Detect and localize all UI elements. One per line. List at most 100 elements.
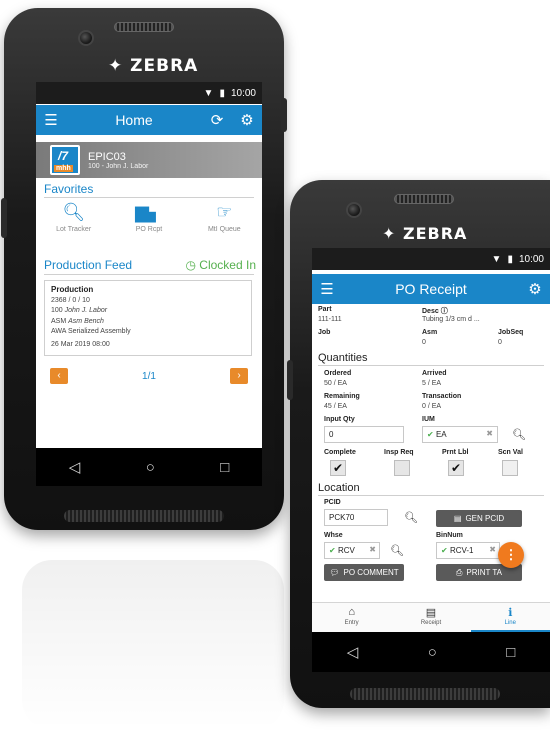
asm-value: Asm Bench [68,317,104,325]
status-time: 10:00 [518,253,544,265]
fav-mtl-queue[interactable]: ☞ MtI Queue [192,202,256,233]
check-icon: ✔ [441,546,448,555]
status-bar: ▼ ▮ 10:00 [36,82,262,104]
side-button[interactable] [287,360,293,400]
page-title: PO Receipt [395,281,467,297]
search-icon[interactable]: 🔍︎ [404,511,418,524]
feed-card[interactable]: Production 2368 / 0 / 10 100 John J. Lab… [44,280,252,356]
fav-lot-tracker[interactable]: 🔍︎ Lot Tracker [42,202,106,233]
part-value: 111-111 [318,316,342,323]
barcode-icon: ▤ [453,514,462,523]
home-circle-icon[interactable]: ○ [428,644,437,661]
ordered-value: 50 / EA [324,380,347,387]
prnt-lbl-checkbox[interactable]: ✔ [448,460,464,476]
more-actions-fab[interactable]: ⋮ [498,542,524,568]
bottom-speaker [350,688,500,700]
po-app-bar: ☰ PO Receipt ⚙ [312,274,550,304]
feed-card-asm: ASM Asm Bench [51,317,245,328]
clocked-status[interactable]: ◷ Clocked In [185,258,256,272]
front-camera [346,202,362,218]
menu-icon[interactable]: ☰ [312,280,342,298]
home-screen: ▼ ▮ 10:00 ☰ Home ⟳ ⚙ /7 mhh EPIC03 100 -… [36,82,262,486]
desc-label-text: Desc [422,308,439,315]
front-camera [78,30,94,46]
tab-label: Entry [344,620,359,626]
chevron-right-icon: › [237,370,241,381]
battery-icon: ▮ [507,253,513,265]
po-comment-button[interactable]: 💬︎ PO COMMENT [324,564,404,581]
menu-icon[interactable]: ☰ [36,111,66,129]
binnum-select[interactable]: ✔ RCV-1 ✖ [436,542,500,559]
truck-icon: ▆▖ [135,202,163,222]
android-nav-bar: ◁ ○ □ [312,632,550,672]
brand-text: ZEBRA [130,56,199,76]
hand-point-icon: ☞ [216,202,233,222]
clock-icon: ◷ [185,258,196,272]
whse-select[interactable]: ✔ RCV ✖ [324,542,380,559]
check-icon: ✔ [329,546,336,555]
page-indicator: 1/1 [142,370,156,382]
ium-select[interactable]: ✔ EA ✖ [422,426,498,443]
transaction-label: Transaction [422,393,462,400]
zebra-head-icon: ✦ [108,56,124,76]
tab-line[interactable]: ℹ Line [470,603,550,632]
recents-icon[interactable]: □ [506,644,515,661]
logo-mhh-icon: mhh [54,165,73,172]
search-icon: 🔍︎ [62,202,86,222]
bottom-tabs: ⌂ Entry ▤ Receipt ℹ Line [312,602,550,632]
clear-icon[interactable]: ✖ [489,545,496,554]
pcid-field[interactable]: PCK70 [324,509,388,526]
binnum-value: RCV-1 [449,546,474,555]
po-receipt-screen: ▼ ▮ 10:00 ☰ PO Receipt ⚙ Part 111-111 De… [312,248,550,672]
back-icon[interactable]: ◁ [347,643,359,661]
battery-icon: ▮ [219,87,225,99]
quantities-title: Quantities [318,352,544,366]
check-icon: ✔ [450,461,462,475]
employee-name: John J. Labor [64,307,108,314]
feed-card-employee: 100 John J. Labor [51,306,245,317]
pager: ‹ 1/1 › [36,368,262,384]
jobseq-value: 0 [498,339,502,346]
remaining-value: 45 / EA [324,403,347,410]
earpiece-speaker [114,22,174,32]
check-icon: ✔ [427,430,434,439]
recents-icon[interactable]: □ [220,459,229,476]
whse-value: RCV [337,546,355,555]
fav-po-rcpt[interactable]: ▆▖ PO Rcpt [117,202,181,233]
tab-entry[interactable]: ⌂ Entry [312,603,391,632]
binnum-label: BinNum [436,532,463,539]
company-name: EPIC03 [88,150,126,163]
prev-page-button[interactable]: ‹ [50,368,68,384]
complete-checkbox[interactable]: ✔ [330,460,346,476]
ium-label: IUM [422,416,435,423]
side-button[interactable] [1,198,7,238]
gear-icon[interactable]: ⚙ [232,111,262,129]
location-title: Location [318,482,544,496]
tab-receipt[interactable]: ▤ Receipt [391,603,470,632]
clear-icon[interactable]: ✖ [369,545,376,554]
scn-val-checkbox[interactable] [502,460,518,476]
search-icon[interactable]: 🔍︎ [390,544,404,557]
search-icon[interactable]: 🔍︎ [512,428,526,441]
comment-icon: 💬︎ [329,568,340,577]
back-icon[interactable]: ◁ [69,458,81,476]
info-icon: ℹ [508,607,513,619]
check-icon: ✔ [332,461,344,475]
info-circle-icon[interactable]: ⓘ [441,308,448,315]
pcid-label: PCID [324,499,341,506]
input-qty-field[interactable]: 0 [324,426,404,443]
side-button-right[interactable] [281,98,287,132]
arrived-value: 5 / EA [422,380,442,387]
next-page-button[interactable]: › [230,368,248,384]
user-banner[interactable]: /7 mhh EPIC03 100 - John J. Labor [36,142,262,178]
insp-req-checkbox[interactable] [394,460,410,476]
complete-label: Complete [324,449,356,456]
job-label: Job [318,329,331,336]
gen-pcid-button[interactable]: ▤ GEN PCID [436,510,522,527]
home-app-bar: ☰ Home ⟳ ⚙ [36,105,262,135]
gear-icon[interactable]: ⚙ [520,280,550,298]
home-circle-icon[interactable]: ○ [146,459,155,476]
clocked-label: Clocked In [199,258,256,272]
clear-icon[interactable]: ✖ [486,429,493,438]
refresh-icon[interactable]: ⟳ [202,111,232,129]
